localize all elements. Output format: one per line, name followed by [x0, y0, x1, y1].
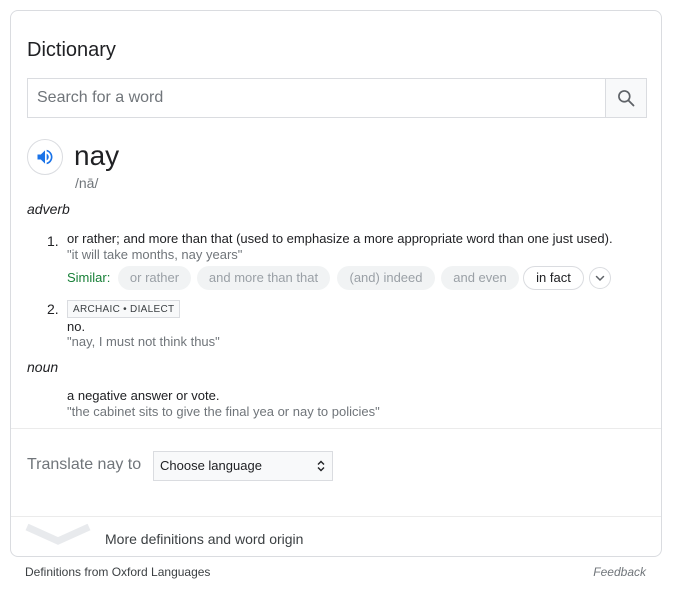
headword: nay	[74, 140, 120, 171]
expand-similar-button[interactable]	[589, 267, 611, 289]
similar-chip[interactable]: in fact	[523, 266, 584, 290]
similar-label: Similar:	[67, 270, 111, 285]
phonetic: /nā/	[75, 175, 99, 191]
sense-example: "it will take months, nay years"	[67, 247, 243, 262]
part-of-speech-noun: noun	[27, 359, 59, 375]
speaker-icon	[37, 149, 53, 165]
sense-example: "nay, I must not think thus"	[67, 334, 220, 349]
language-select[interactable]: Choose language	[153, 451, 333, 481]
dictionary-card: Dictionary nay /nā/ adverb 1. or rather;…	[10, 10, 662, 557]
sense-definition: a negative answer or vote.	[67, 388, 220, 403]
chevron-down-icon	[595, 275, 605, 282]
sense-example: "the cabinet sits to give the final yea …	[67, 404, 380, 419]
divider	[11, 428, 661, 429]
search-input[interactable]	[28, 79, 606, 117]
search-button[interactable]	[605, 79, 646, 117]
chevron-down-icon	[25, 523, 91, 545]
source-attribution: Definitions from Oxford Languages	[25, 565, 211, 579]
translate-label: Translate nay to	[27, 456, 142, 473]
sense-definition: or rather; and more than that (used to e…	[67, 231, 613, 246]
more-definitions-label: More definitions and word origin	[105, 531, 304, 547]
search-icon	[618, 90, 635, 107]
search-box	[27, 78, 647, 118]
sense-number: 2.	[47, 301, 59, 317]
sense-definition: no.	[67, 319, 86, 334]
usage-tag: ARCHAIC • DIALECT	[67, 300, 181, 318]
pronounce-button[interactable]	[27, 139, 63, 175]
part-of-speech-adverb: adverb	[27, 201, 70, 217]
select-arrows-icon	[317, 460, 325, 472]
sense-number: 1.	[47, 233, 59, 249]
similar-chip[interactable]: (and) indeed	[337, 266, 435, 290]
language-select-value: Choose language	[160, 458, 262, 473]
similar-chip[interactable]: and even	[441, 266, 519, 290]
similar-chip[interactable]: or rather	[118, 266, 191, 290]
card-title: Dictionary	[27, 39, 116, 61]
more-definitions-button[interactable]: More definitions and word origin	[11, 517, 661, 557]
similar-chip[interactable]: and more than that	[197, 266, 330, 290]
feedback-link[interactable]: Feedback	[593, 565, 646, 579]
